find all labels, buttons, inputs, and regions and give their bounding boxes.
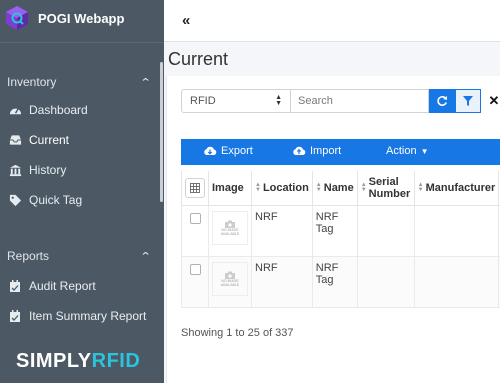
- sidebar: POGI Webapp Inventory ⌃ Dashboard Curren…: [0, 0, 164, 383]
- no-image-text: NO IMAGE AVAILABLE: [220, 278, 240, 287]
- page-title: Current: [168, 49, 229, 69]
- search-field-select[interactable]: RFID ▲ ▼: [181, 89, 291, 113]
- camera-icon: [225, 271, 235, 279]
- export-button[interactable]: Export: [203, 145, 253, 157]
- row-checkbox[interactable]: [189, 263, 201, 275]
- column-header-manufacturer[interactable]: ▲ ▼ Manufacturer: [413, 171, 500, 206]
- sidebar-item-current[interactable]: Current: [0, 125, 164, 155]
- column-label: Location: [262, 181, 309, 194]
- tag-icon: [8, 193, 22, 207]
- image-cell: NO IMAGE AVAILABLE: [208, 255, 252, 308]
- calendar-check-icon: [8, 279, 22, 293]
- export-label: Export: [221, 145, 253, 157]
- row-checkbox-cell: [181, 255, 209, 308]
- action-dropdown[interactable]: Action ▼: [386, 145, 429, 157]
- no-image-placeholder: NO IMAGE AVAILABLE: [212, 210, 248, 245]
- app-name: POGI Webapp: [38, 10, 125, 26]
- row-checkbox[interactable]: [189, 212, 201, 224]
- column-label: Serial Number: [368, 175, 411, 200]
- sidebar-item-dashboard[interactable]: Dashboard: [0, 95, 164, 125]
- content-card: RFID ▲▼ ✕ Export Import Action ▼: [166, 76, 500, 383]
- column-header-serial-number[interactable]: ▲ ▼ Serial Number: [356, 171, 415, 206]
- select-arrows-icon: ▲ ▼: [275, 94, 282, 107]
- collapse-sidebar-button[interactable]: «: [182, 12, 190, 29]
- select-all-cell: [181, 171, 209, 206]
- manufacturer-cell: [413, 255, 500, 308]
- image-cell: NO IMAGE AVAILABLE: [208, 204, 252, 257]
- table-header-row: Image ▲ ▼ Location ▲ ▼ Name ▲ ▼ Serial Number …: [181, 171, 500, 206]
- filter-bar: RFID ▲▼ ✕: [181, 89, 500, 113]
- chevron-up-icon[interactable]: ⌃: [139, 76, 151, 89]
- refresh-icon: [437, 95, 447, 106]
- search-input[interactable]: [291, 89, 429, 113]
- name-cell: NRF Tag: [311, 204, 358, 257]
- name-cell: NRF Tag: [311, 255, 358, 308]
- caret-down-icon: ▼: [420, 146, 429, 156]
- sidebar-scrollbar[interactable]: [160, 62, 163, 202]
- sidebar-item-label: Current: [29, 133, 70, 147]
- logo-part: RFID: [91, 350, 141, 372]
- inbox-icon: [8, 133, 22, 147]
- import-label: Import: [310, 145, 342, 157]
- import-button[interactable]: Import: [292, 145, 341, 157]
- column-header-location[interactable]: ▲ ▼ Location: [251, 171, 313, 206]
- serial-cell: [356, 255, 415, 308]
- no-image-text: NO IMAGE AVAILABLE: [220, 227, 240, 236]
- topbar: «: [164, 0, 500, 42]
- section-reports[interactable]: Reports ⌃: [0, 246, 164, 266]
- filter-icon: [463, 96, 473, 106]
- table-row[interactable]: NO IMAGE AVAILABLE NRF NRF Tag: [181, 255, 500, 308]
- sidebar-item-item-summary-report[interactable]: Item Summary Report: [0, 301, 164, 331]
- column-header-image[interactable]: Image: [208, 171, 252, 206]
- sidebar-item-label: Item Summary Report: [29, 309, 147, 323]
- dashboard-icon: [8, 103, 22, 117]
- sort-icon[interactable]: ▲ ▼: [316, 182, 322, 193]
- column-chooser-icon[interactable]: [185, 177, 205, 198]
- manufacturer-cell: [413, 204, 500, 257]
- sort-icon[interactable]: ▲ ▼: [361, 182, 367, 193]
- action-label: Action: [386, 145, 417, 157]
- sidebar-item-quick-tag[interactable]: Quick Tag: [0, 185, 164, 215]
- column-label: Name: [323, 181, 354, 194]
- column-header-name[interactable]: ▲ ▼ Name: [311, 171, 358, 206]
- refresh-button[interactable]: [429, 89, 455, 113]
- cloud-upload-icon: [293, 146, 306, 155]
- cloud-download-icon: [204, 146, 217, 155]
- sidebar-item-label: Quick Tag: [29, 193, 83, 207]
- sidebar-item-label: Audit Report: [29, 279, 96, 293]
- brand[interactable]: POGI Webapp: [0, 0, 164, 36]
- row-checkbox-cell: [181, 204, 209, 257]
- column-label: Manufacturer: [425, 181, 496, 194]
- calendar-check-icon: [8, 309, 22, 323]
- sidebar-item-label: Dashboard: [29, 103, 88, 117]
- pagination-summary: Showing 1 to 25 of 337: [181, 327, 294, 339]
- serial-cell: [356, 204, 415, 257]
- section-label: Inventory: [7, 75, 57, 89]
- app-logo-icon: [6, 6, 28, 30]
- sort-icon[interactable]: ▲ ▼: [418, 182, 424, 193]
- sort-icon[interactable]: ▲ ▼: [255, 182, 261, 193]
- section-inventory[interactable]: Inventory ⌃: [0, 72, 164, 92]
- location-cell: NRF: [251, 204, 313, 257]
- column-label: Image: [212, 181, 244, 194]
- filter-button[interactable]: [455, 89, 481, 113]
- chevron-up-icon[interactable]: ⌃: [139, 250, 151, 263]
- section-label: Reports: [7, 249, 50, 263]
- sidebar-item-history[interactable]: History: [0, 155, 164, 185]
- clear-search-button[interactable]: ✕: [485, 89, 500, 113]
- sidebar-item-label: History: [29, 163, 67, 177]
- table-toolbar: Export Import Action ▼: [181, 139, 500, 165]
- bank-icon: [8, 163, 22, 177]
- inventory-table: Image ▲ ▼ Location ▲ ▼ Name ▲ ▼ Serial Number …: [181, 171, 500, 308]
- table-row[interactable]: NO IMAGE AVAILABLE NRF NRF Tag: [181, 204, 500, 257]
- no-image-placeholder: NO IMAGE AVAILABLE: [212, 261, 248, 296]
- camera-icon: [225, 220, 235, 228]
- location-cell: NRF: [251, 255, 313, 308]
- select-value: RFID: [190, 95, 216, 107]
- logo-part: SIMPLY: [16, 350, 92, 372]
- simplyrfid-logo: SIMPLYRFID: [16, 350, 140, 373]
- sidebar-item-audit-report[interactable]: Audit Report: [0, 271, 164, 301]
